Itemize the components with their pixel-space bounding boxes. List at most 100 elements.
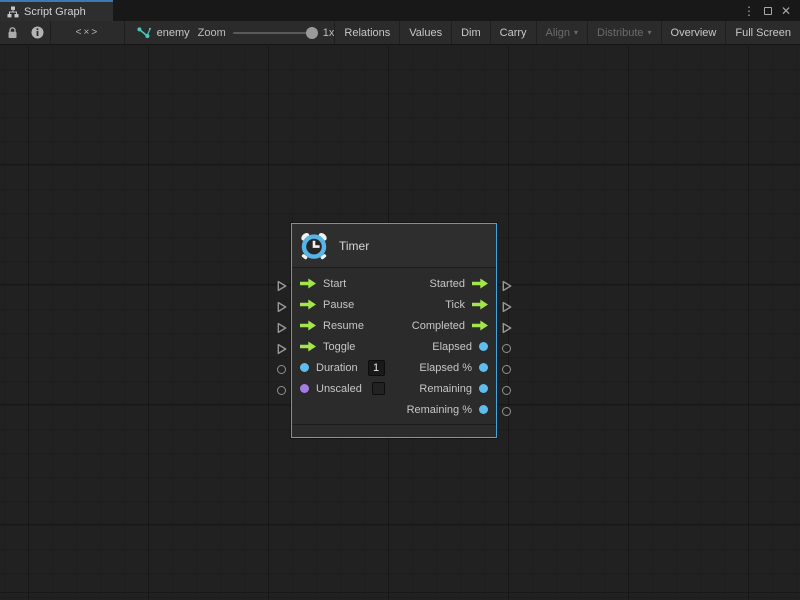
port-duration[interactable]: Duration [300,360,385,376]
value-port-icon [300,384,309,393]
flow-arrow-icon [472,299,488,310]
port-started[interactable]: Started [430,278,488,290]
chevron-down-icon: ▾ [648,29,652,37]
port-row: Toggle Elapsed [300,336,488,357]
control-input-stub[interactable] [277,280,287,292]
align-dropdown[interactable]: Align ▾ [536,21,587,44]
port-label: Started [430,278,465,290]
port-label: Elapsed % [419,362,472,374]
value-port-icon [300,363,309,372]
distribute-dropdown[interactable]: Distribute ▾ [587,21,660,44]
value-port-icon [479,405,488,414]
flow-arrow-icon [300,320,316,331]
value-output-stub[interactable] [502,365,511,374]
control-output-stub[interactable] [502,322,512,334]
grid-line [0,592,800,593]
control-output-stub[interactable] [502,301,512,313]
values-button[interactable]: Values [399,21,451,44]
control-input-stub[interactable] [277,301,287,313]
port-elapsed[interactable]: Elapsed [432,341,488,353]
carry-label: Carry [500,27,527,39]
port-toggle[interactable]: Toggle [300,341,355,353]
full-screen-label: Full Screen [735,27,791,39]
value-port-icon [479,363,488,372]
port-label: Pause [323,299,354,311]
zoom-slider-handle[interactable] [306,27,318,39]
window-controls: ⋮ ✕ [743,0,800,21]
value-output-stub[interactable] [502,386,511,395]
info-button[interactable] [25,21,50,44]
flow-arrow-icon [300,341,316,352]
port-row: Start Started [300,273,488,294]
port-pause[interactable]: Pause [300,299,354,311]
inspect-values-button[interactable]: <×> [51,21,124,44]
control-output-stub[interactable] [502,280,512,292]
port-elapsed-percent[interactable]: Elapsed % [419,362,488,374]
graph-asset-icon [137,27,151,39]
port-row: Pause Tick [300,294,488,315]
port-completed[interactable]: Completed [412,320,488,332]
graph-name-label: enemy [157,27,190,39]
port-label: Resume [323,320,364,332]
graph-canvas[interactable]: Timer Start Started Pause [0,46,800,600]
port-unscaled[interactable]: Unscaled [300,382,385,395]
control-input-stub[interactable] [277,343,287,355]
window-menu-icon[interactable]: ⋮ [743,5,755,17]
flow-arrow-icon [300,278,316,289]
lock-button[interactable] [0,21,25,44]
timer-clock-icon [299,231,329,261]
control-input-stub[interactable] [277,322,287,334]
port-label: Tick [445,299,465,311]
relations-button[interactable]: Relations [334,21,399,44]
value-input-stub[interactable] [277,365,286,374]
value-output-stub[interactable] [502,344,511,353]
port-remaining-percent[interactable]: Remaining % [407,404,488,416]
tab-script-graph[interactable]: Script Graph [0,0,113,21]
flow-arrow-icon [472,278,488,289]
port-label: Elapsed [432,341,472,353]
duration-input[interactable] [368,360,385,376]
flow-arrow-icon [472,320,488,331]
close-icon[interactable]: ✕ [781,5,791,17]
dim-button[interactable]: Dim [451,21,490,44]
graph-toolbar: <×> enemy Zoom 1x Relations Values Dim C… [0,21,800,45]
overview-label: Overview [671,27,717,39]
port-row: Remaining % [300,399,488,420]
full-screen-button[interactable]: Full Screen [725,21,800,44]
port-label: Completed [412,320,465,332]
timer-node-header[interactable]: Timer [292,224,496,268]
distribute-label: Distribute [597,27,643,39]
overview-button[interactable]: Overview [661,21,726,44]
zoom-label: Zoom [198,27,226,39]
port-tick[interactable]: Tick [445,299,488,311]
graph-hierarchy-icon [7,6,19,18]
zoom-slider[interactable] [233,32,313,34]
graph-breadcrumb[interactable]: enemy [125,21,190,44]
tab-bar: Script Graph ⋮ ✕ [0,0,800,21]
port-label: Unscaled [316,383,362,395]
value-port-icon [479,342,488,351]
info-icon [31,26,44,39]
dim-label: Dim [461,27,481,39]
script-graph-window: Script Graph ⋮ ✕ <×> [0,0,800,600]
port-label: Toggle [323,341,355,353]
maximize-icon[interactable] [764,7,772,15]
port-label: Remaining % [407,404,472,416]
chevron-down-icon: ▾ [574,29,578,37]
timer-node[interactable]: Timer Start Started Pause [291,223,497,438]
lock-icon [7,26,18,39]
port-resume[interactable]: Resume [300,320,364,332]
port-start[interactable]: Start [300,278,346,290]
zoom-control: Zoom 1x [190,21,335,44]
port-row: Unscaled Remaining [300,378,488,399]
port-label: Remaining [419,383,472,395]
unscaled-checkbox[interactable] [372,382,385,395]
tab-label: Script Graph [24,6,86,18]
value-output-stub[interactable] [502,407,511,416]
port-remaining[interactable]: Remaining [419,383,488,395]
port-row: Duration Elapsed % [300,357,488,378]
port-label: Duration [316,362,358,374]
carry-button[interactable]: Carry [490,21,536,44]
value-input-stub[interactable] [277,386,286,395]
toolbar-actions: Relations Values Dim Carry Align ▾ Distr… [334,21,800,44]
